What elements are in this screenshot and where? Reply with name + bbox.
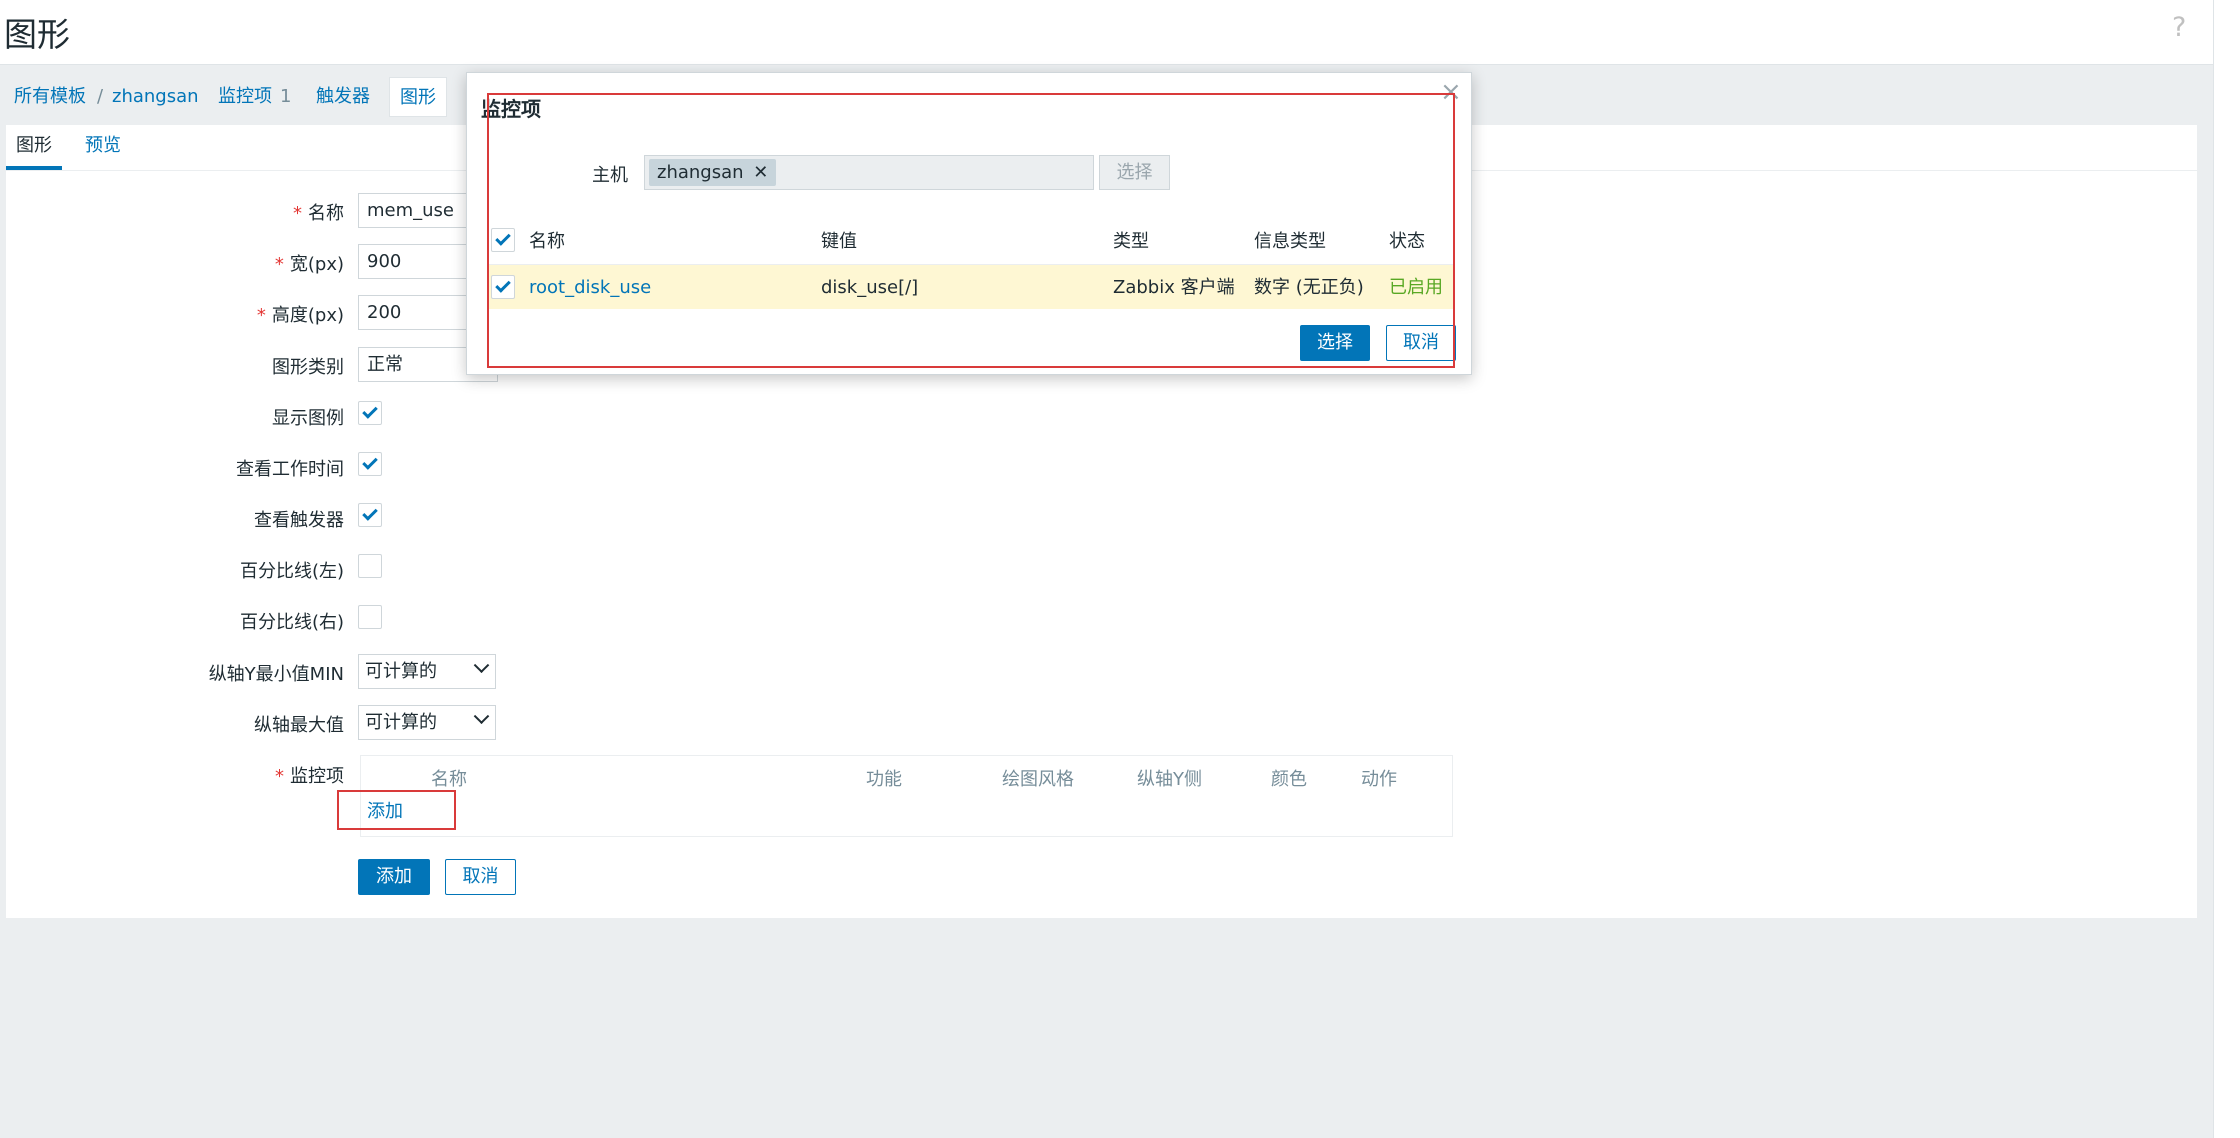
- nav-graphs[interactable]: 图形: [389, 77, 447, 117]
- check-icon: [362, 505, 378, 521]
- nav-items-label: 监控项: [218, 86, 272, 107]
- add-button[interactable]: 添加: [358, 859, 430, 895]
- graph-type-label: 图形类别: [272, 357, 344, 378]
- percentile-right-label: 百分比线(右): [239, 612, 344, 633]
- column-header: 名称: [431, 769, 467, 790]
- show-legend-label: 显示图例: [272, 408, 344, 429]
- show-legend-checkbox[interactable]: [358, 401, 382, 425]
- cancel-button[interactable]: 取消: [445, 859, 516, 895]
- ymin-value: 可计算的: [365, 661, 437, 682]
- show-triggers-label: 查看触发器: [254, 510, 344, 531]
- tab-graph[interactable]: 图形: [6, 125, 62, 170]
- graph-items-table: 名称 功能 绘图风格 纵轴Y侧 颜色 动作: [360, 755, 1453, 837]
- ymin-label: 纵轴Y最小值MIN: [208, 664, 344, 685]
- width-label: * 宽(px): [274, 254, 344, 275]
- ymin-select[interactable]: 可计算的: [358, 654, 496, 689]
- annotation-highlight: [487, 93, 1455, 368]
- nav-items-count: 1: [280, 86, 292, 107]
- check-icon: [362, 454, 378, 470]
- height-label: * 高度(px): [256, 305, 344, 326]
- help-icon[interactable]: ?: [2172, 12, 2186, 43]
- add-item-link[interactable]: 添加: [367, 797, 403, 823]
- column-header: 纵轴Y侧: [1137, 769, 1202, 790]
- percentile-left-checkbox[interactable]: [358, 554, 382, 578]
- breadcrumb-separator: /: [97, 86, 104, 107]
- items-label: * 监控项: [275, 766, 344, 787]
- page-title: 图形: [4, 15, 70, 54]
- chevron-down-icon: [473, 657, 490, 674]
- percentile-right-checkbox[interactable]: [358, 605, 382, 629]
- nav-all-templates[interactable]: 所有模板: [14, 77, 86, 117]
- ymax-select[interactable]: 可计算的: [358, 705, 496, 740]
- item-select-dialog: 监控项 × 主机 zhangsan ✕ 选择 名称 键值 类型 信息类型 状态 …: [466, 72, 1472, 375]
- show-triggers-checkbox[interactable]: [358, 503, 382, 527]
- right-sidebar-strip: [2213, 0, 2240, 1138]
- nav-items[interactable]: 监控项 1: [218, 77, 291, 117]
- page-header: [0, 0, 2213, 65]
- column-header: 绘图风格: [1002, 769, 1074, 790]
- column-header: 动作: [1361, 769, 1397, 790]
- show-work-period-checkbox[interactable]: [358, 452, 382, 476]
- ymax-label: 纵轴最大值: [254, 715, 344, 736]
- nav-triggers[interactable]: 触发器: [316, 77, 370, 117]
- chevron-down-icon: [473, 708, 490, 725]
- check-icon: [362, 403, 378, 419]
- column-header: 功能: [866, 769, 902, 790]
- ymax-value: 可计算的: [365, 712, 437, 733]
- show-work-period-label: 查看工作时间: [236, 459, 344, 480]
- tab-preview[interactable]: 预览: [75, 125, 131, 170]
- percentile-left-label: 百分比线(左): [239, 561, 344, 582]
- name-label: * 名称: [293, 203, 344, 224]
- nav-template-zhangsan[interactable]: zhangsan: [112, 77, 199, 117]
- column-header: 颜色: [1271, 769, 1307, 790]
